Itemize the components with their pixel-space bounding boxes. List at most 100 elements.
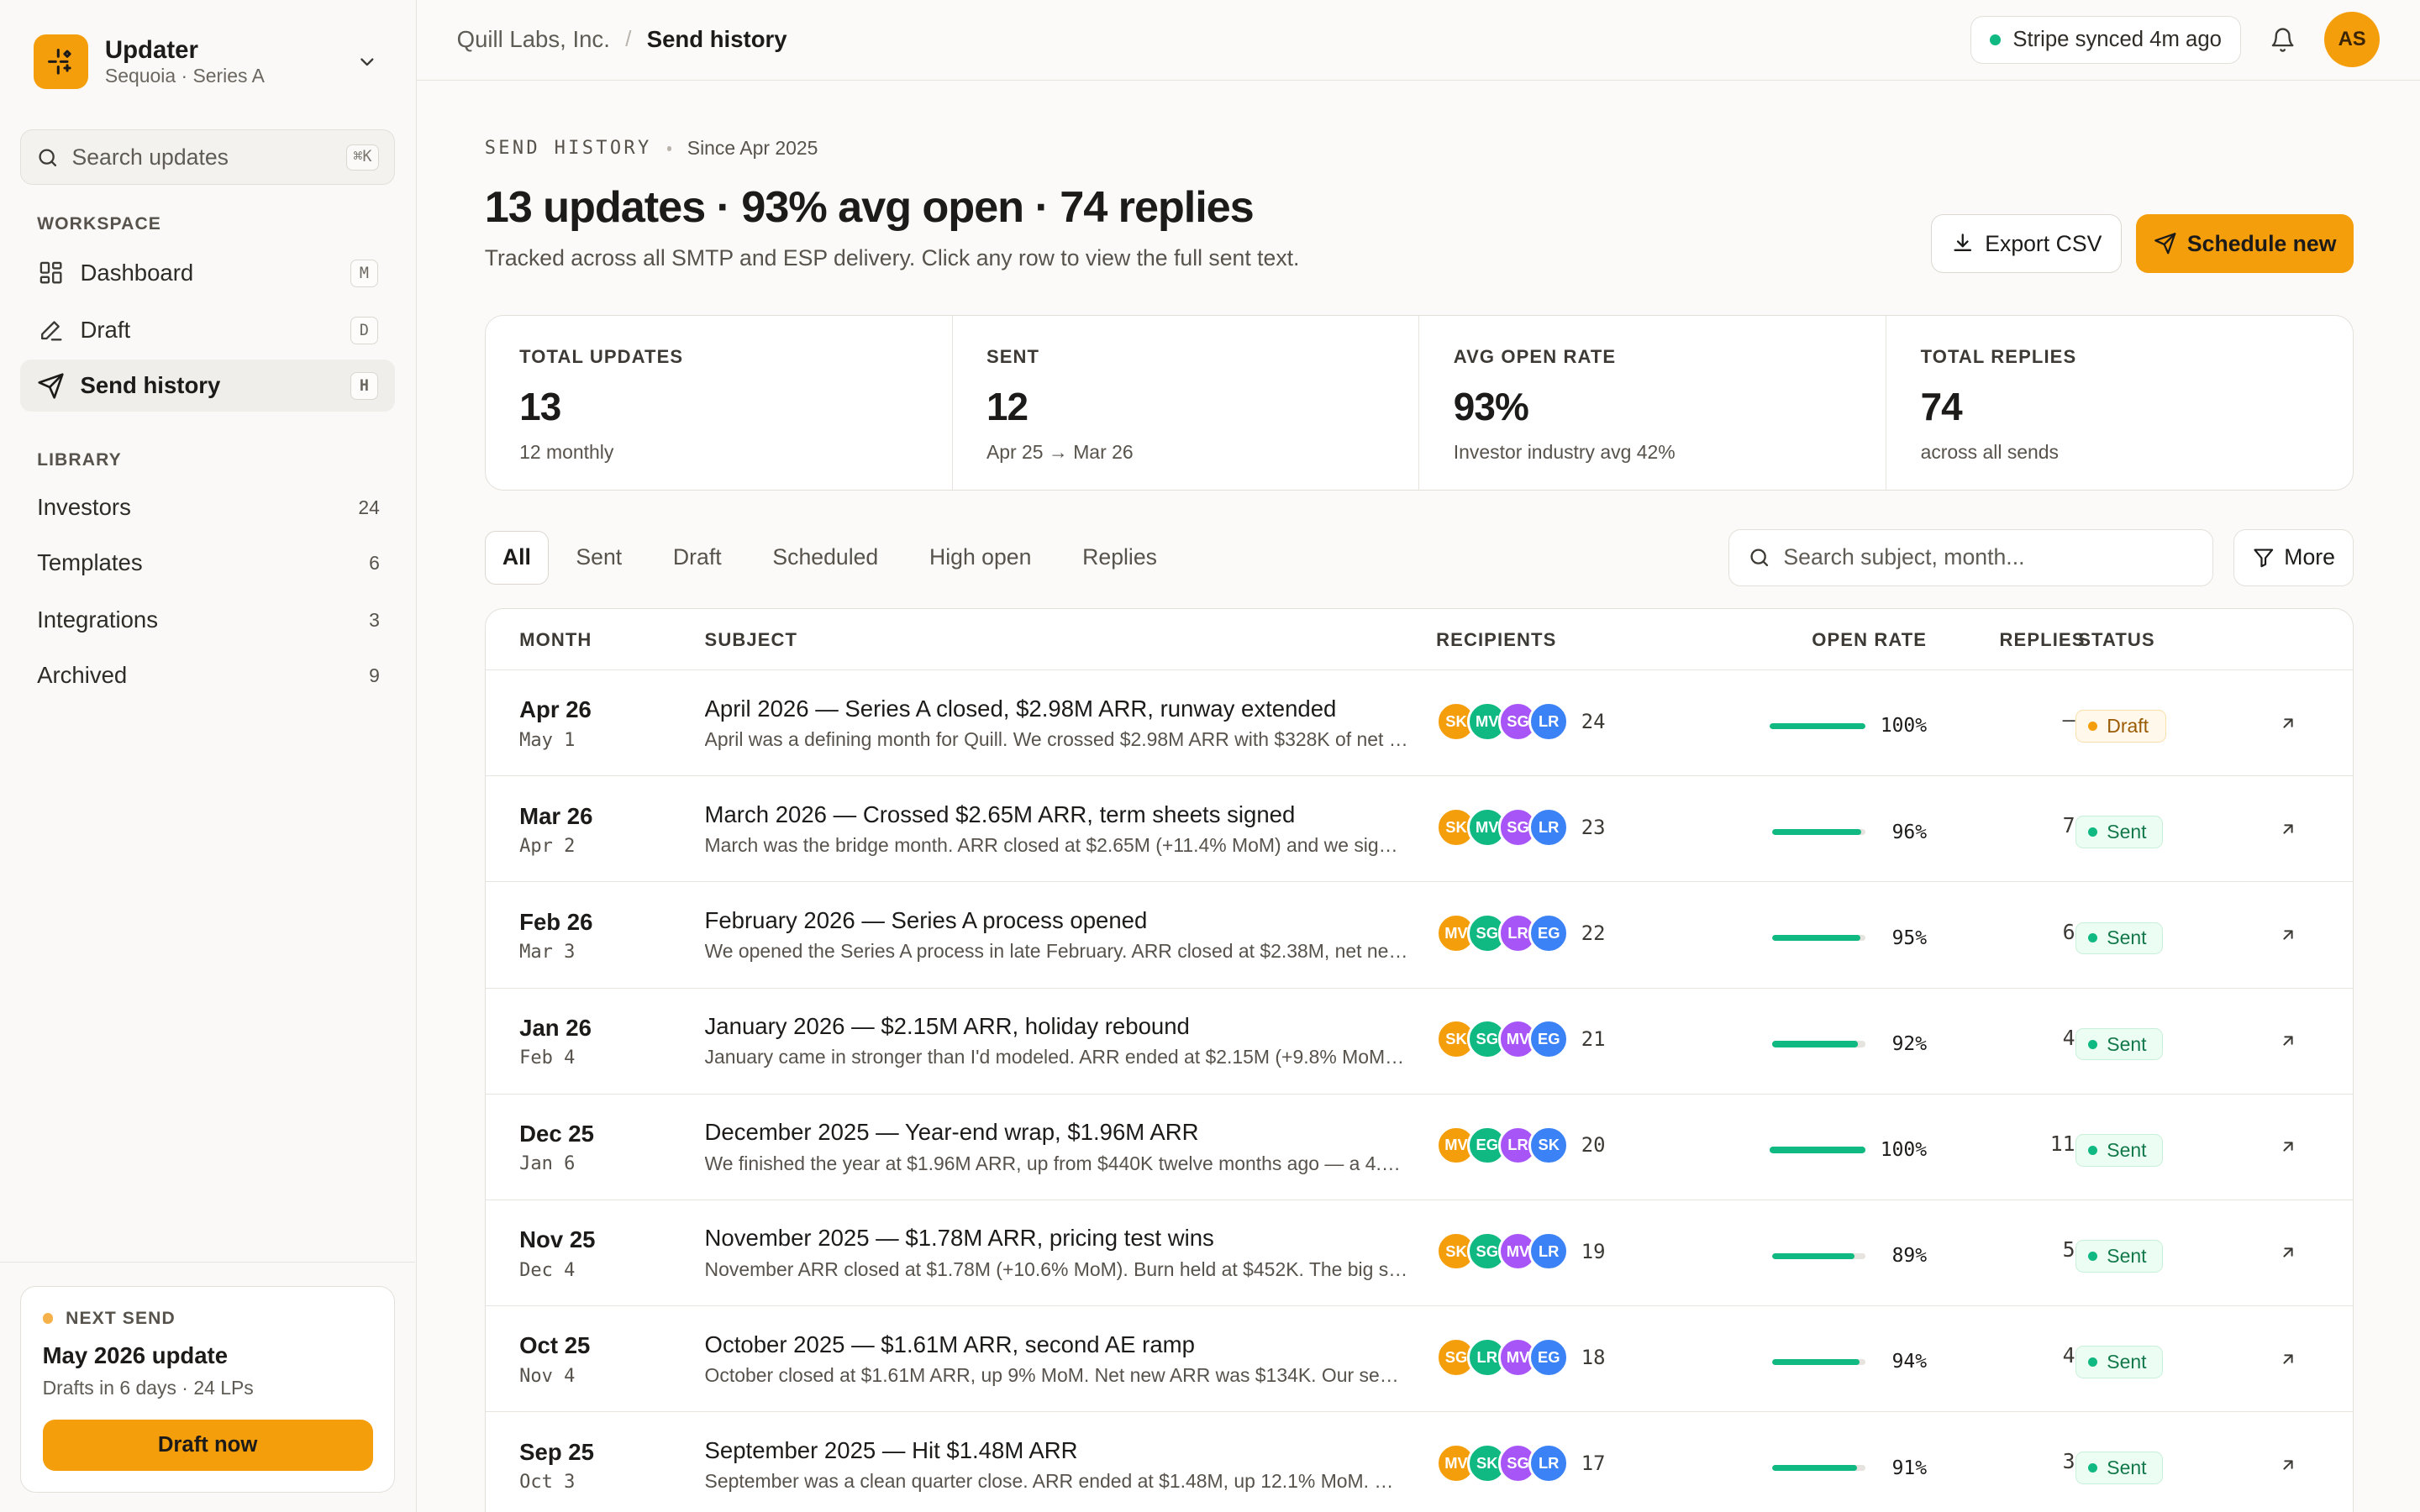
subject-cell: September 2025 — Hit $1.48M ARR September… [705, 1437, 1409, 1493]
column-header-subject[interactable]: SUBJECT [705, 629, 798, 651]
nav-item-draft[interactable]: Draft D [20, 304, 395, 356]
tab-all[interactable]: All [484, 530, 550, 585]
tab-replies[interactable]: Replies [1059, 531, 1181, 585]
more-label: More [2284, 544, 2335, 570]
column-header-month[interactable]: MONTH [519, 629, 592, 651]
filter-icon [2252, 546, 2275, 570]
replies-count: 3 [2062, 1449, 2075, 1474]
open-rate-cell: 100% [1769, 1139, 1927, 1161]
subject-cell: December 2025 — Year-end wrap, $1.96M AR… [705, 1119, 1409, 1174]
chevron-down-icon[interactable] [352, 46, 383, 77]
subject-title: February 2026 — Series A process opened [704, 906, 1148, 933]
open-rate-bar [1772, 935, 1865, 942]
table-row[interactable]: Jan 26 Feb 4 January 2026 — $2.15M ARR, ho… [485, 989, 2353, 1095]
recipient-avatar: LR [1528, 1443, 1570, 1483]
recipient-count: 19 [1581, 1239, 1606, 1263]
draft-now-button[interactable]: Draft now [42, 1419, 373, 1471]
sent-date: Feb 4 [519, 1047, 576, 1069]
recipient-count: 21 [1581, 1027, 1606, 1052]
stat-avg-open-rate: AVG OPEN RATE 93% Investor industry avg … [1419, 315, 1887, 491]
replies-count: 11 [2049, 1131, 2075, 1156]
arrow-up-right-icon[interactable] [2275, 816, 2300, 841]
recipient-avatar: LR [1528, 701, 1570, 742]
library-item-archived[interactable]: Archived 9 [37, 659, 380, 692]
table-row[interactable]: Dec 25 Jan 6 December 2025 — Year-end wrap… [485, 1095, 2353, 1200]
library-item-integrations[interactable]: Integrations 3 [37, 603, 380, 637]
schedule-new-button[interactable]: Schedule new [2136, 214, 2354, 274]
library-label: Investors [37, 494, 131, 521]
status-label: Sent [2107, 1457, 2147, 1479]
schedule-new-label: Schedule new [2186, 230, 2337, 256]
status-badge: Sent [2075, 1452, 2164, 1485]
status-label: Sent [2107, 927, 2147, 949]
tab-draft[interactable]: Draft [649, 531, 745, 585]
sent-date: Jan 6 [519, 1153, 576, 1175]
month-cell: Mar 26 Apr 2 [519, 803, 592, 857]
arrow-up-right-icon[interactable] [2275, 1241, 2300, 1265]
breadcrumb-separator: / [625, 27, 632, 51]
column-header-recipients[interactable]: RECIPIENTS [1436, 629, 1556, 651]
recipients-cell: MV EG LR SK 20 [1436, 1125, 1606, 1166]
arrow-up-right-icon[interactable] [2275, 711, 2300, 735]
workspace-switcher[interactable]: Updater Sequoia · Series A [34, 31, 382, 92]
table-search-input[interactable]: Search subject, month... [1728, 528, 2213, 586]
bell-icon[interactable] [2260, 17, 2306, 63]
nav-shortcut: H [350, 371, 378, 400]
open-rate-bar-fill [1772, 1041, 1858, 1047]
stat-value: 12 [986, 384, 1028, 428]
month-cell: Feb 26 Mar 3 [519, 909, 592, 963]
tab-scheduled[interactable]: Scheduled [749, 531, 902, 585]
library-item-investors[interactable]: Investors 24 [37, 491, 380, 524]
brand-name: Updater [104, 35, 198, 64]
tab-sent[interactable]: Sent [552, 531, 646, 585]
column-header-status[interactable]: STATUS [2078, 629, 2154, 651]
table-row[interactable]: Oct 25 Nov 4 October 2025 — $1.61M ARR, se… [485, 1306, 2353, 1413]
more-filters-button[interactable]: More [2233, 528, 2354, 586]
table-row[interactable]: Nov 25 Dec 4 November 2025 — $1.78M ARR, p… [485, 1200, 2353, 1307]
table-row[interactable]: Apr 26 May 1 April 2026 — Series A closed,… [485, 670, 2353, 777]
open-rate-value: 92% [1891, 1032, 1928, 1055]
open-rate-bar [1769, 722, 1865, 730]
stat-total-replies: TOTAL REPLIES 74 across all sends [1886, 316, 2353, 490]
table-row[interactable]: Mar 26 Apr 2 March 2026 — Crossed $2.65M A… [485, 776, 2353, 883]
stat-sent: SENT 12 Apr 25 → Mar 26 [953, 315, 1420, 491]
table-body: Apr 26 May 1 April 2026 — Series A closed,… [485, 670, 2353, 1512]
library-section-label: LIBRARY [37, 450, 122, 470]
nav-label: Draft [80, 317, 131, 344]
table-row[interactable]: Feb 26 Mar 3 February 2026 — Series A proc… [485, 882, 2353, 989]
recipient-avatar: EG [1528, 1336, 1570, 1378]
open-rate-cell: 89% [1772, 1245, 1927, 1267]
download-icon [1951, 232, 1975, 255]
arrow-up-right-icon[interactable] [2275, 1135, 2300, 1159]
tab-high-open[interactable]: High open [905, 531, 1055, 585]
status-cell: Sent [2075, 815, 2164, 848]
month-label: Sep 25 [519, 1438, 594, 1465]
user-avatar[interactable]: AS [2324, 12, 2381, 68]
main-content: Quill Labs, Inc. / Send history Stripe s… [416, 0, 2420, 1512]
library-label: Archived [37, 662, 128, 689]
export-csv-button[interactable]: Export CSV [1930, 214, 2123, 274]
arrow-up-right-icon[interactable] [2275, 1347, 2300, 1371]
month-cell: Jan 26 Feb 4 [519, 1015, 592, 1068]
status-label: Sent [2107, 821, 2147, 843]
nav-item-dashboard[interactable]: Dashboard M [20, 247, 395, 299]
column-header-replies[interactable]: REPLIES [2000, 629, 2086, 651]
month-label: Feb 26 [519, 908, 593, 935]
stat-total-updates: TOTAL UPDATES 13 12 monthly [486, 315, 953, 491]
arrow-up-right-icon[interactable] [2275, 922, 2300, 947]
sync-status-badge[interactable]: Stripe synced 4m ago [1970, 15, 2241, 64]
search-input[interactable]: Search updates ⌘K [19, 129, 396, 186]
breadcrumb-company[interactable]: Quill Labs, Inc. [457, 26, 610, 53]
status-badge: Draft [2075, 710, 2166, 743]
open-rate-cell: 91% [1772, 1457, 1927, 1479]
library-item-templates[interactable]: Templates 6 [37, 546, 380, 580]
arrow-up-right-icon[interactable] [2275, 1028, 2300, 1053]
nav-item-send-history[interactable]: Send history H [19, 359, 396, 412]
column-header-open-rate[interactable]: OPEN RATE [1812, 629, 1927, 651]
status-label: Sent [2107, 1351, 2147, 1373]
month-label: Jan 26 [519, 1014, 592, 1041]
arrow-up-right-icon[interactable] [2275, 1452, 2300, 1477]
subject-cell: March 2026 — Crossed $2.65M ARR, term sh… [705, 801, 1409, 857]
table-row[interactable]: Sep 25 Oct 3 September 2025 — Hit $1.48M A… [486, 1412, 2353, 1512]
status-badge: Sent [2075, 816, 2164, 848]
